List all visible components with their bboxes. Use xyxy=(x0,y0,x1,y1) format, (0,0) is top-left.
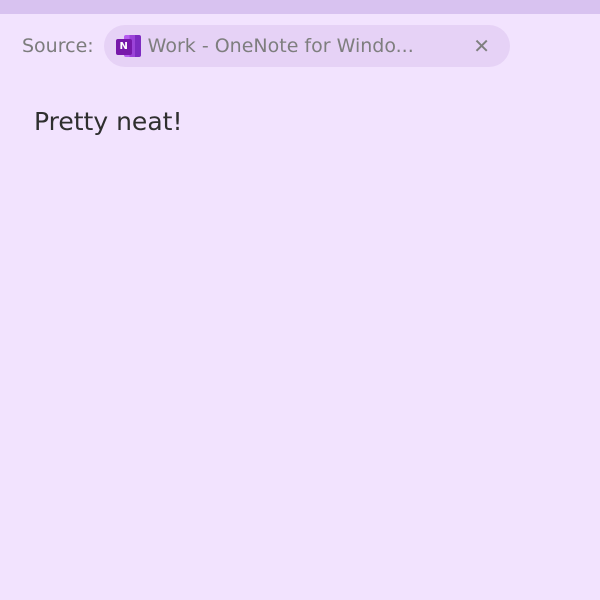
close-icon[interactable]: ✕ xyxy=(468,32,496,60)
note-text[interactable]: Pretty neat! xyxy=(34,106,566,138)
source-link-chip[interactable]: N Work - OneNote for Windo... ✕ xyxy=(103,25,510,67)
source-label: Source: xyxy=(22,35,94,57)
onenote-icon-badge: N xyxy=(115,39,132,55)
note-top-bar[interactable] xyxy=(0,0,600,14)
onenote-icon: N xyxy=(115,34,142,58)
source-title[interactable]: Work - OneNote for Windo... xyxy=(148,35,458,57)
sticky-note-window: Source: N Work - OneNote for Windo... ✕ … xyxy=(0,0,600,600)
source-row: Source: N Work - OneNote for Windo... ✕ xyxy=(22,25,510,67)
note-content-area[interactable]: Pretty neat! xyxy=(34,106,566,138)
